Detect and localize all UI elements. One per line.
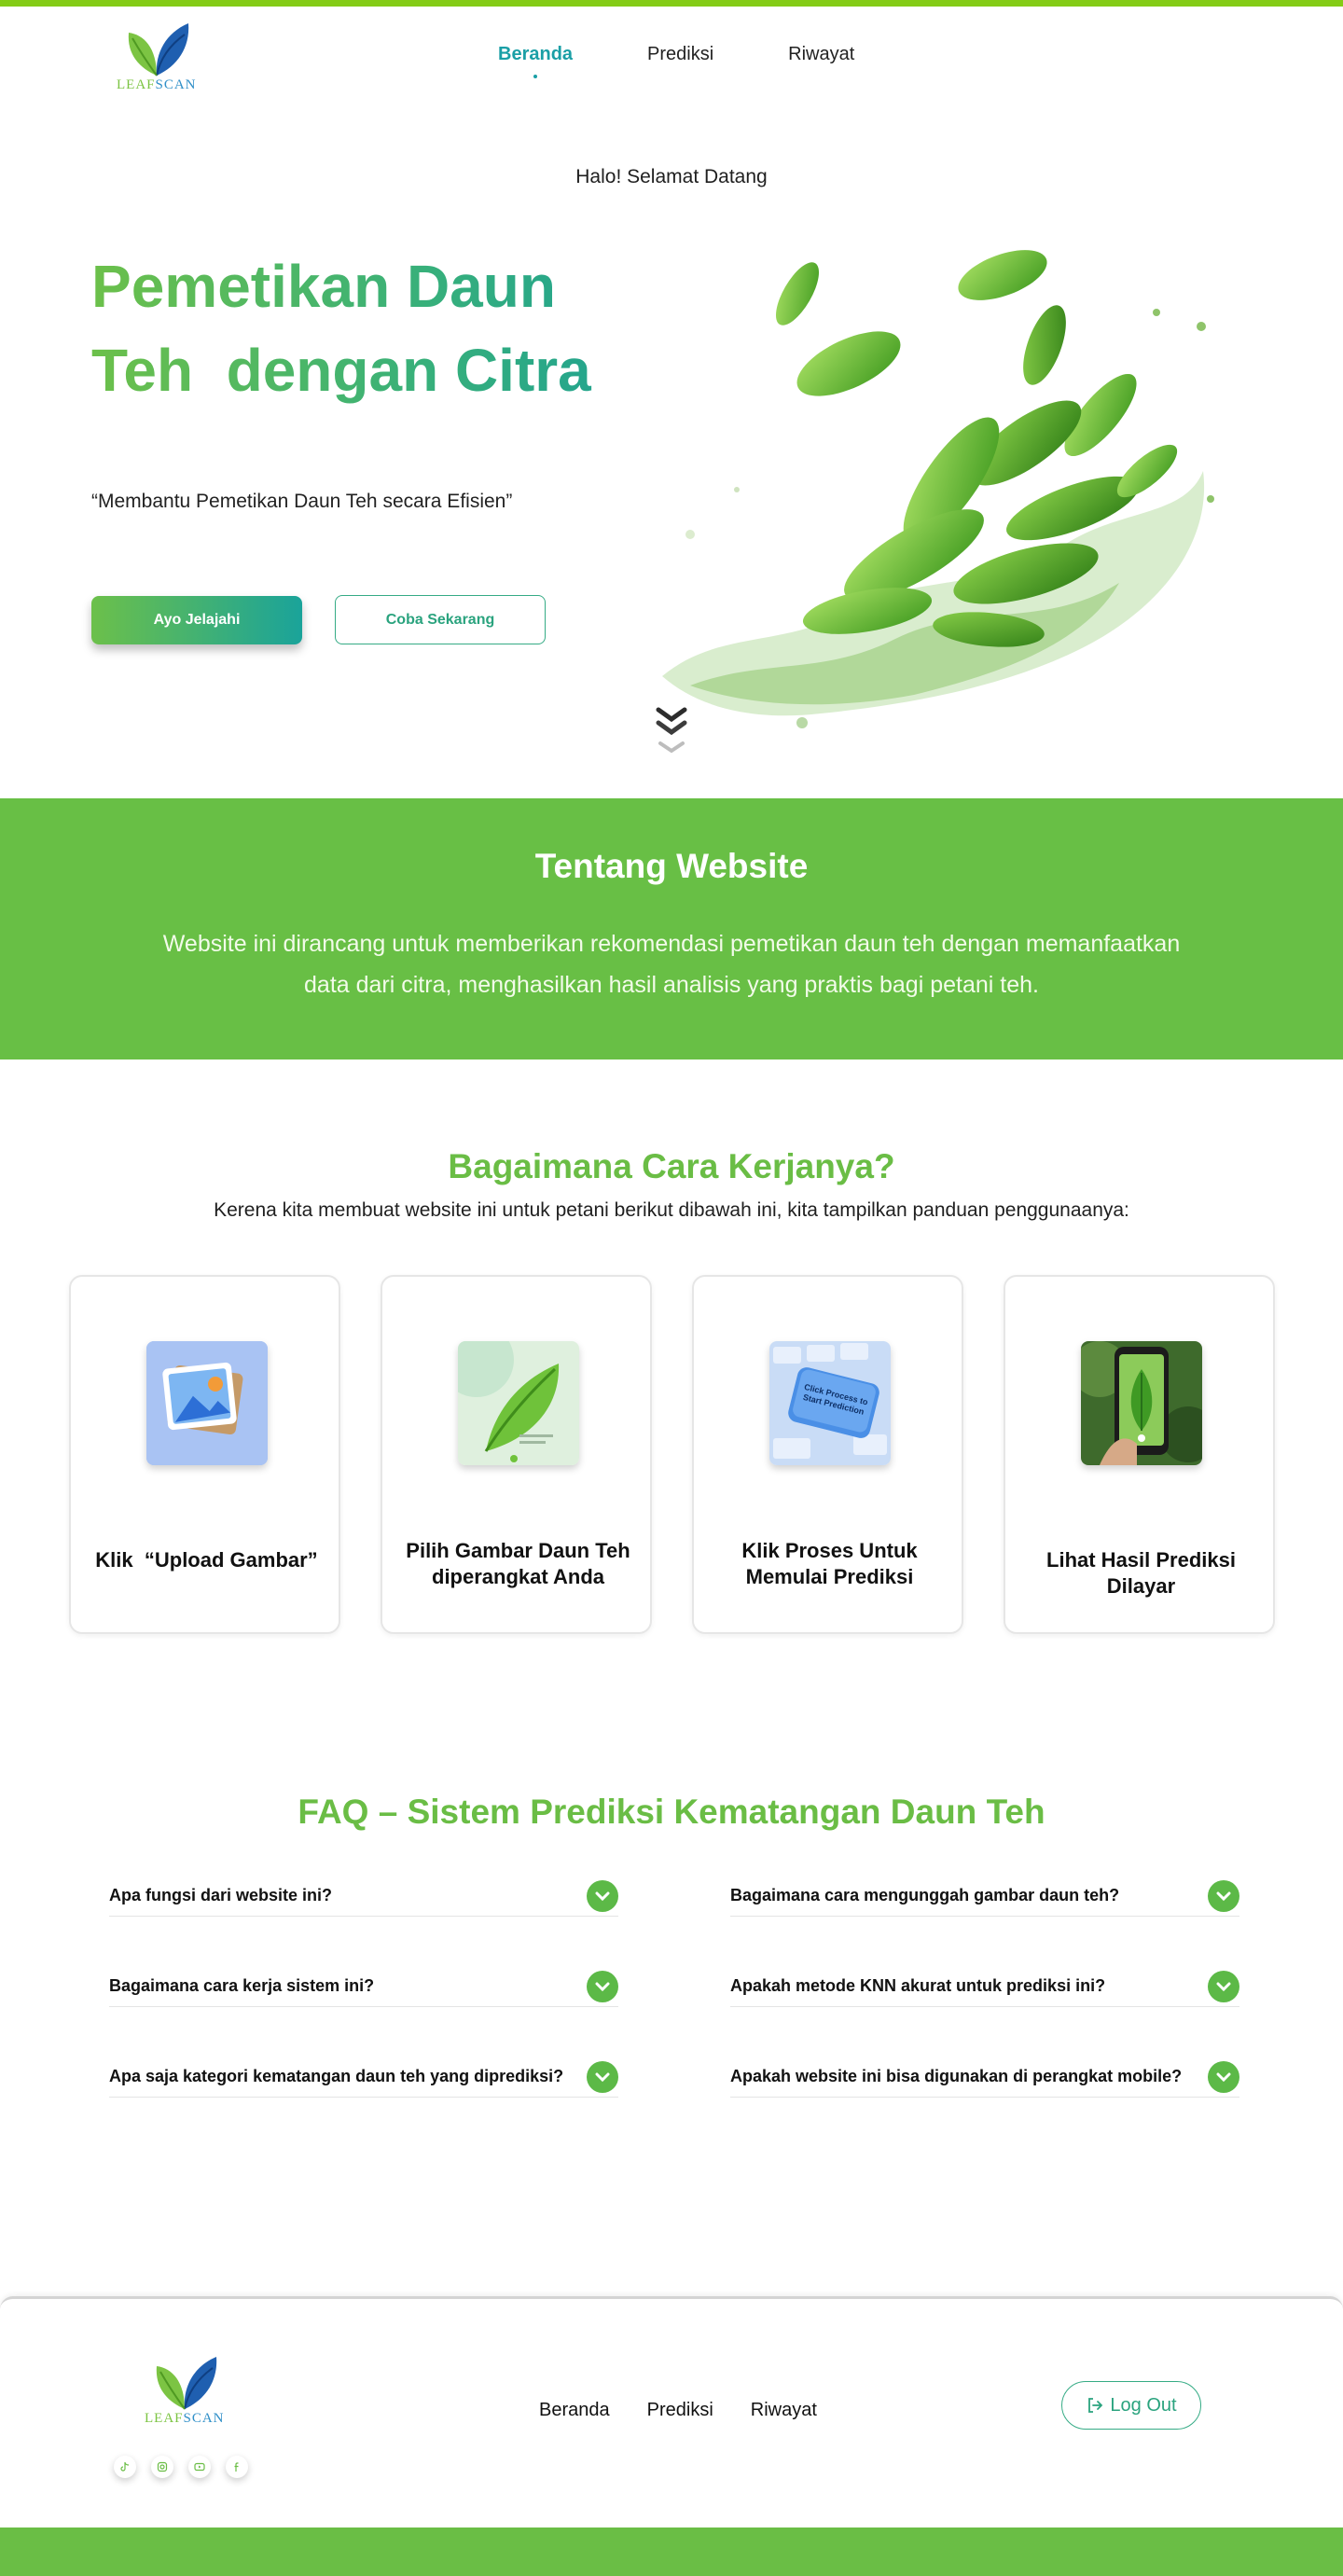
step-card-result: Lihat Hasil Prediksi Dilayar [1004,1275,1275,1634]
logout-label: Log Out [1110,2394,1177,2416]
faq-divider [730,1916,1239,1917]
try-now-button[interactable]: Coba Sekarang [335,595,546,644]
faq-divider [109,1916,618,1917]
faq-item[interactable]: Bagaimana cara mengunggah gambar daun te… [730,1871,1239,1961]
nav-beranda[interactable]: Beranda [498,44,573,78]
social-links [114,2456,248,2478]
about-title: Tentang Website [534,847,809,885]
explore-button[interactable]: Ayo Jelajahi [91,596,302,644]
nav-prediksi[interactable]: Prediksi [647,44,713,65]
step-label-upload: Klik “Upload Gambar” [95,1548,318,1572]
faq-divider [730,2006,1239,2007]
chevron-down-icon[interactable] [1208,2061,1239,2093]
image-upload-icon [146,1341,268,1465]
logo[interactable]: LEAFSCAN [117,20,197,93]
about-section: Tentang Website Website ini dirancang un… [0,798,1343,1059]
faq-item[interactable]: Apa fungsi dari website ini? [109,1871,618,1961]
faq-item[interactable]: Apakah website ini bisa digunakan di per… [730,2052,1239,2142]
chevron-down-icon[interactable] [1208,1971,1239,2002]
faq-item[interactable]: Apa saja kategori kematangan daun teh ya… [109,2052,618,2142]
keyboard-key-icon: Click Process to Start Prediction [769,1341,891,1465]
youtube-icon[interactable] [188,2456,211,2478]
footer-link-riwayat[interactable]: Riwayat [751,2400,817,2421]
faq-question: Apa fungsi dari website ini? [109,1886,333,1904]
logout-button[interactable]: Log Out [1061,2381,1201,2430]
faq-column-right: Bagaimana cara mengunggah gambar daun te… [730,1871,1239,2142]
how-title: Bagaimana Cara Kerjanya? [448,1147,895,1185]
chevron-down-icon[interactable] [1208,1880,1239,1912]
faq-divider [109,2097,618,2098]
step-label-process: Klik Proses Untuk Memulai Prediksi [741,1539,918,1588]
faq-question: Apakah website ini bisa digunakan di per… [730,2067,1183,2085]
faq-item[interactable]: Apakah metode KNN akurat untuk prediksi … [730,1961,1239,2052]
footer-link-prediksi[interactable]: Prediksi [647,2400,713,2421]
hero-title-line2: Teh dengan Citra [91,337,591,404]
instagram-icon[interactable] [151,2456,173,2478]
faq-question: Apa saja kategori kematangan daun teh ya… [109,2067,564,2085]
scroll-down-icon[interactable] [653,704,690,760]
faq-divider [109,2006,618,2007]
leaf-logo-icon [156,2357,216,2410]
footer-logo[interactable]: LEAFSCAN [145,2353,225,2427]
hero-title-line1: Pemetikan Daun [91,253,556,320]
leaf-image-icon [458,1341,579,1465]
hero-quote: “Membantu Pemetikan Daun Teh secara Efis… [91,491,513,512]
faq-question: Bagaimana cara mengunggah gambar daun te… [730,1886,1120,1904]
logo-text-scan: SCAN [155,77,197,92]
phone-photo-icon [1081,1341,1202,1465]
logo-text-leaf: LEAF [117,77,156,92]
chevron-down-icon[interactable] [587,1880,618,1912]
chevron-down-icon[interactable] [587,2061,618,2093]
steps-cards: Klik “Upload Gambar” Pilih Gambar Daun T… [69,1275,1275,1634]
greeting-text: Halo! Selamat Datang [575,166,768,187]
about-text: Website ini dirancang untuk memberikan r… [162,931,1181,998]
faq-question: Bagaimana cara kerja sistem ini? [109,1976,375,1995]
footer-link-beranda[interactable]: Beranda [539,2400,610,2421]
top-accent-bar [0,0,1343,7]
footer-nav: Beranda Prediksi Riwayat [539,2400,817,2421]
nav-riwayat[interactable]: Riwayat [788,44,854,65]
faq-question: Apakah metode KNN akurat untuk prediksi … [730,1976,1106,1995]
faq-column-left: Apa fungsi dari website ini? Bagaimana c… [109,1871,618,2142]
facebook-icon[interactable] [226,2456,248,2478]
faq-title: FAQ – Sistem Prediksi Kematangan Daun Te… [298,1793,1045,1831]
logo-text-scan: SCAN [183,2411,225,2426]
how-subtitle: Kerena kita membuat website ini untuk pe… [214,1199,1129,1221]
step-card-process: Click Process to Start Prediction Klik P… [692,1275,963,1634]
step-label-result: Lihat Hasil Prediksi Dilayar [1046,1548,1236,1598]
leaf-logo-icon [128,23,188,76]
footer: LEAFSCAN Beranda Prediksi Riwayat Log Ou… [0,2296,1343,2529]
step-label-choose-image: Pilih Gambar Daun Teh diperangkat Anda [406,1539,630,1588]
logo-text-leaf: LEAF [145,2411,184,2426]
nav-links: Beranda Prediksi Riwayat [498,44,854,78]
navbar: LEAFSCAN Beranda Prediksi Riwayat [0,7,1343,109]
faq-item[interactable]: Bagaimana cara kerja sistem ini? [109,1961,618,2052]
hero-title: Pemetikan Daun Teh dengan Citra [91,244,688,412]
logout-icon [1088,2398,1103,2413]
faq-divider [730,2097,1239,2098]
step-card-choose-image: Pilih Gambar Daun Teh diperangkat Anda [381,1275,652,1634]
step-card-upload: Klik “Upload Gambar” [69,1275,340,1634]
tea-leaves-illustration [662,250,1214,728]
chevron-down-icon[interactable] [587,1971,618,2002]
tiktok-icon[interactable] [114,2456,136,2478]
bottom-bar [0,2528,1343,2576]
